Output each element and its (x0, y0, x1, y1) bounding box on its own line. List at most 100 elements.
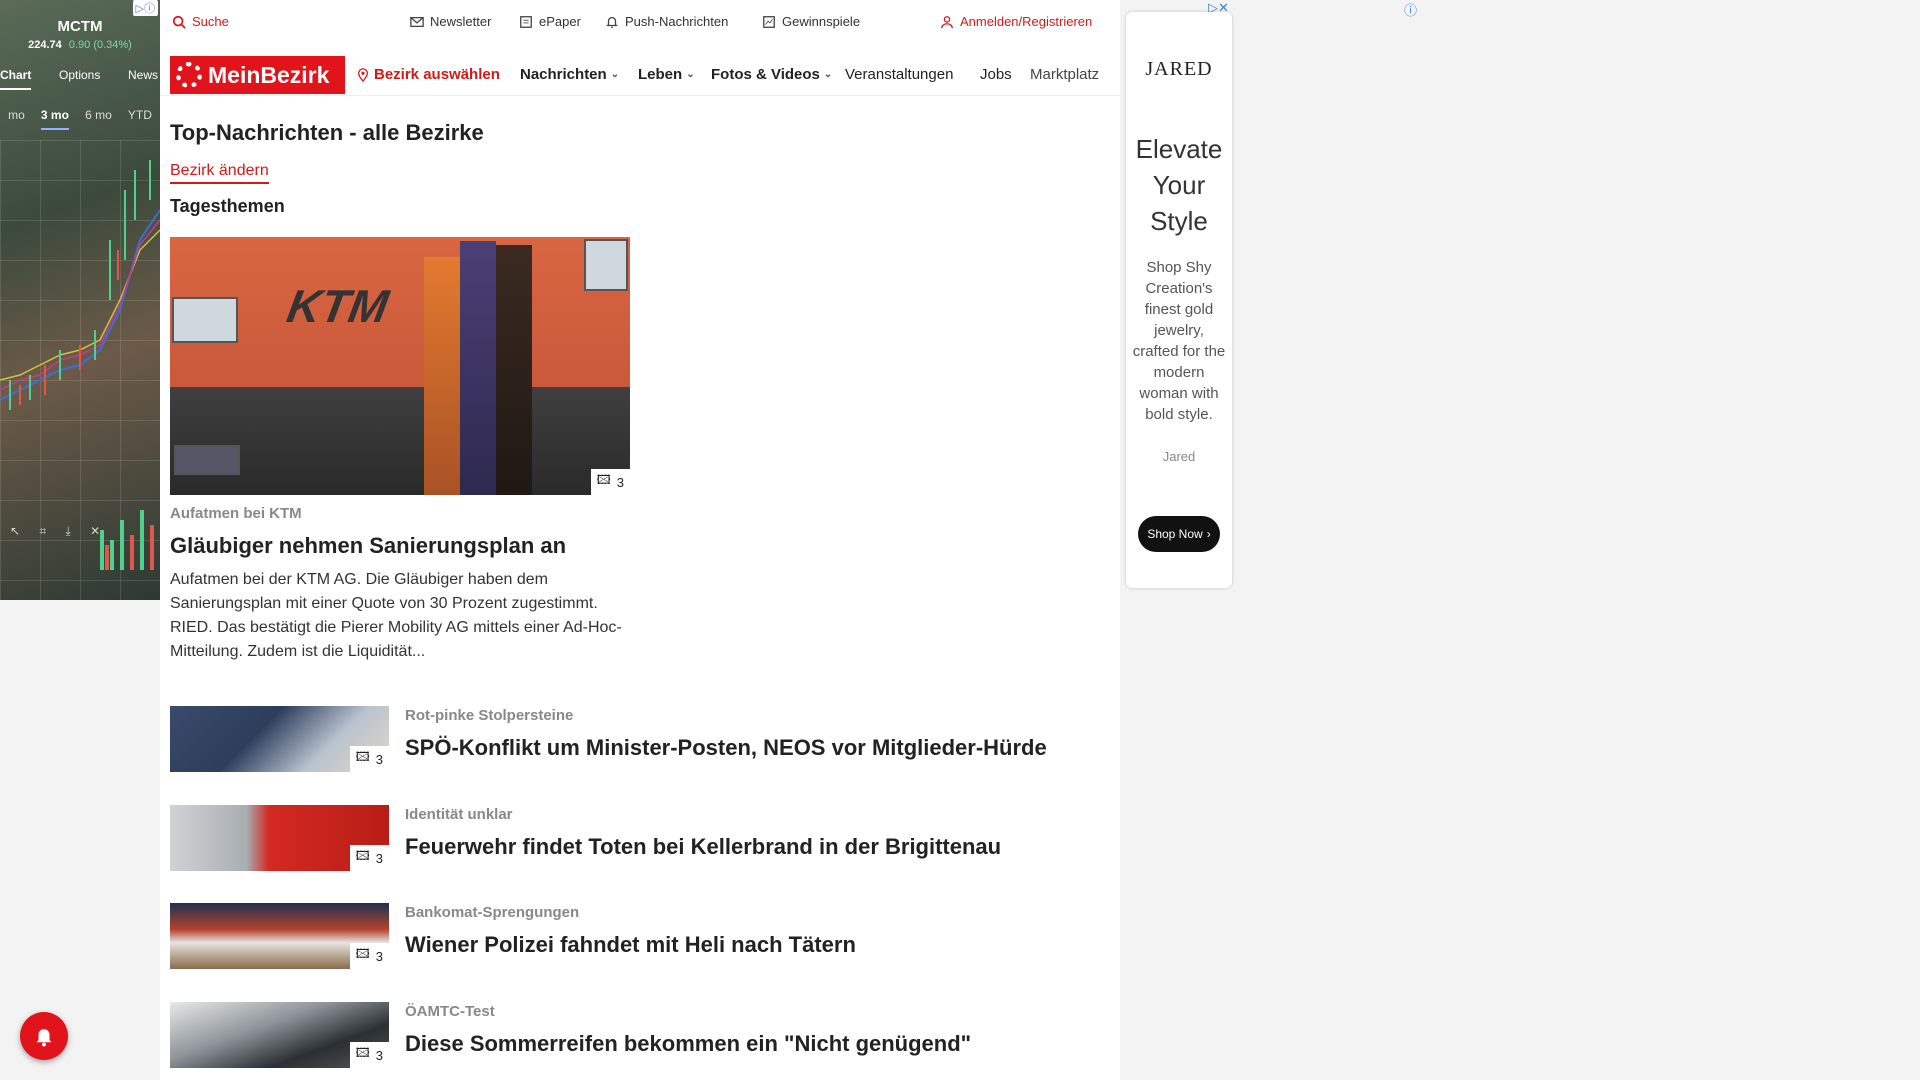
gewinnspiele-link[interactable]: Gewinnspiele (762, 14, 860, 29)
nav-veranstaltungen[interactable]: Veranstaltungen (845, 66, 953, 83)
newspaper-icon (520, 15, 532, 28)
gallery-icon: 🖾 (355, 848, 370, 863)
chevron-down-icon: ⌄ (823, 69, 833, 80)
search-button[interactable]: Suche (172, 14, 229, 29)
hero-image[interactable]: KTM 🖾 3 (170, 237, 630, 495)
ad-tab-news[interactable]: News (128, 68, 158, 90)
right-ad-banner[interactable]: JARED Elevate Your Style Shop Shy Creati… (1126, 12, 1232, 588)
ad-chart-tools[interactable]: ↖ ⌗ ⤓ ✕ (10, 524, 108, 539)
ad-tab-options[interactable]: Options (59, 68, 100, 90)
ad-cta-label: Shop Now (1147, 527, 1203, 541)
nav-nachrichten[interactable]: Nachrichten ⌄ (520, 66, 619, 83)
epaper-label: ePaper (539, 14, 581, 29)
image-count: 3 (375, 1047, 383, 1063)
image-count-badge: 🖾 3 (349, 1042, 389, 1068)
newsletter-label: Newsletter (430, 14, 492, 29)
bell-icon (606, 16, 618, 28)
ticker-change: 0.90 (0.34%) (68, 39, 132, 51)
ad-range-6mo[interactable]: 6 mo (85, 108, 112, 130)
article-thumbnail[interactable]: 🖾 3 (170, 805, 389, 871)
hero-teaser: Aufatmen bei der KTM AG. Die Gläubiger h… (170, 571, 622, 660)
gewinnspiele-label: Gewinnspiele (782, 14, 861, 29)
login-label: Anmelden/Registrieren (960, 14, 1093, 29)
bezirk-select[interactable]: Bezirk auswählen (356, 66, 500, 83)
gallery-icon: 🖾 (355, 946, 370, 961)
ad-brand-logo: JARED (1145, 58, 1213, 80)
nav-marktplatz-label: Marktplatz (1030, 66, 1100, 83)
search-icon (172, 15, 186, 29)
bezirk-label: Bezirk auswählen (374, 66, 500, 83)
ad-range-ytd[interactable]: YTD (128, 108, 152, 130)
image-count-badge: 🖾 3 (349, 845, 389, 871)
ad-range-3mo[interactable]: 3 mo (40, 108, 69, 130)
nav-leben[interactable]: Leben ⌄ (638, 66, 695, 83)
image-count: 3 (616, 474, 624, 490)
ad-info-icon[interactable]: ▷ⓘ (132, 0, 158, 16)
article-thumbnail[interactable]: 🖾 3 (170, 1002, 389, 1068)
gallery-icon: 🖾 (355, 749, 370, 764)
hero-flag (496, 245, 532, 495)
hero-ktm-lettering: KTM (283, 280, 393, 332)
ad-ticker: MCTM 224.74 0.90 (0.34%) (0, 18, 160, 51)
ticker-price-line: 224.74 0.90 (0.34%) (0, 39, 160, 51)
ad-advertiser: Jared (1162, 449, 1196, 464)
gallery-icon: 🖾 (355, 1045, 370, 1060)
hero-kicker: Aufatmen bei KTM (170, 505, 302, 522)
ad-tab-chart[interactable]: Chart (0, 68, 32, 90)
hero-flag (424, 257, 460, 495)
user-icon (941, 15, 953, 28)
push-link[interactable]: Push-Nachrichten (605, 14, 728, 29)
nav-jobs[interactable]: Jobs (980, 66, 1012, 83)
location-pin-icon (357, 67, 369, 82)
chevron-right-icon: › (1206, 527, 1211, 541)
site-logo[interactable]: MeinBezirk (170, 56, 345, 94)
nav-fotos-videos[interactable]: Fotos & Videos ⌄ (711, 66, 832, 83)
hero-wall (170, 237, 630, 387)
chevron-down-icon: ⌄ (686, 69, 695, 80)
ad-range-mo[interactable]: mo (8, 108, 25, 130)
hero-flag (460, 241, 496, 495)
logo-icon (176, 62, 202, 88)
notification-bell-button[interactable] (20, 1012, 68, 1060)
hero-window (584, 239, 628, 291)
ad-headline: Elevate Your Style (1135, 134, 1223, 236)
ad-body: Shop Shy Creation's finest gold jewelry,… (1132, 259, 1226, 423)
main-column: Suche Newsletter ePaper Push-Nachrichten… (160, 0, 1120, 1080)
ad-shop-now-button[interactable]: Shop Now › (1138, 516, 1220, 552)
article-thumbnail[interactable]: 🖾 3 (170, 706, 389, 772)
logo-text: MeinBezirk (208, 61, 330, 88)
page-title: Top-Nachrichten - alle Bezirke (170, 120, 484, 145)
nav-marktplatz[interactable]: Marktplatz (1030, 66, 1099, 83)
left-ad-banner[interactable]: ▷ⓘ MCTM 224.74 0.90 (0.34%) Chart Option… (0, 0, 160, 600)
section-heading: Tagesthemen (170, 196, 285, 216)
article-kicker: Bankomat-Sprengungen (405, 904, 580, 921)
article-headline[interactable]: Wiener Polizei fahndet mit Heli nach Tät… (405, 932, 856, 958)
envelope-icon (410, 16, 424, 27)
gallery-icon: 🖾 (596, 472, 611, 487)
gift-icon (763, 15, 775, 28)
article-headline[interactable]: SPÖ-Konflikt um Minister-Posten, NEOS vo… (405, 735, 1047, 761)
image-count: 3 (375, 948, 383, 964)
login-link[interactable]: Anmelden/Registrieren (940, 14, 1092, 29)
article-kicker: Rot-pinke Stolpersteine (405, 707, 574, 724)
epaper-link[interactable]: ePaper (519, 14, 581, 29)
image-count: 3 (375, 850, 383, 866)
nav-veranstaltungen-label: Veranstaltungen (845, 66, 954, 83)
article-thumbnail[interactable]: 🖾 3 (170, 903, 389, 969)
hero-headline[interactable]: Gläubiger nehmen Sanierungsplan an (170, 533, 566, 559)
newsletter-link[interactable]: Newsletter (410, 14, 491, 29)
ad-ranges: mo 3 mo 6 mo YTD (0, 108, 160, 130)
image-count-badge: 🖾 3 (590, 469, 630, 495)
hero-wall-lower (170, 387, 630, 495)
nav-jobs-label: Jobs (980, 66, 1012, 83)
ticker-price: 224.74 (28, 39, 62, 51)
change-bezirk-link[interactable]: Bezirk ändern (170, 162, 269, 184)
nav-nachrichten-label: Nachrichten (520, 66, 607, 83)
article-headline[interactable]: Diese Sommerreifen bekommen ein "Nicht g… (405, 1031, 971, 1057)
ad-tabs: Chart Options News (0, 68, 160, 90)
search-label: Suche (192, 14, 229, 29)
article-headline[interactable]: Feuerwehr findet Toten bei Kellerbrand i… (405, 834, 1001, 860)
chevron-down-icon: ⌄ (610, 69, 620, 80)
ad-info-icon[interactable]: ⓘ (1404, 0, 1417, 19)
image-count: 3 (375, 751, 383, 767)
